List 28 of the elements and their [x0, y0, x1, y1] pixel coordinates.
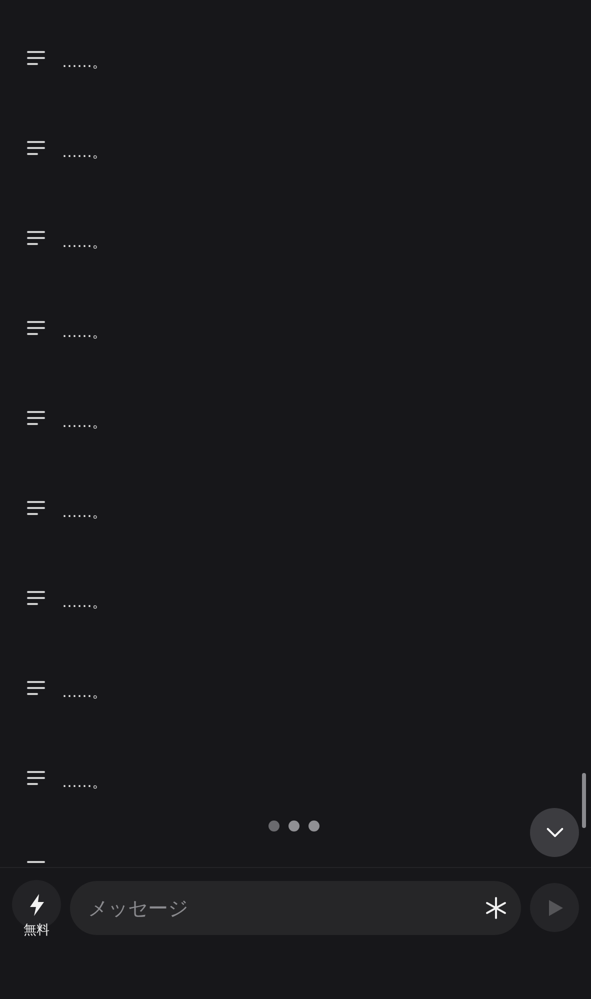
scrollbar[interactable] [582, 773, 586, 828]
mode-label: 無料 [24, 922, 50, 939]
message-text: ……。 [62, 53, 107, 72]
lines-icon [27, 410, 47, 426]
lines-icon [27, 860, 47, 866]
message-text: ……。 [62, 413, 107, 432]
asterisk-icon [485, 897, 507, 919]
message-text: ……。 [62, 503, 107, 522]
play-icon [548, 898, 564, 916]
scroll-down-button[interactable] [530, 808, 579, 857]
message-text: ……。 [62, 593, 107, 612]
lines-icon [27, 50, 47, 66]
lines-icon [27, 500, 47, 516]
lines-icon [27, 230, 47, 246]
message-field[interactable]: メッセージ [70, 881, 521, 935]
lines-icon [27, 140, 47, 156]
lines-icon [27, 680, 47, 696]
chevron-down-icon [546, 827, 564, 838]
message-text: ……。 [62, 683, 107, 702]
message-text: ……。 [62, 143, 107, 162]
send-button[interactable] [530, 883, 579, 932]
message-text: ……。 [62, 323, 107, 342]
lines-icon [27, 320, 47, 336]
lines-icon [27, 770, 47, 786]
lines-icon [27, 590, 47, 606]
message-text: ……。 [62, 233, 107, 252]
lightning-icon [28, 894, 44, 916]
message-text: ……。 [62, 773, 107, 792]
